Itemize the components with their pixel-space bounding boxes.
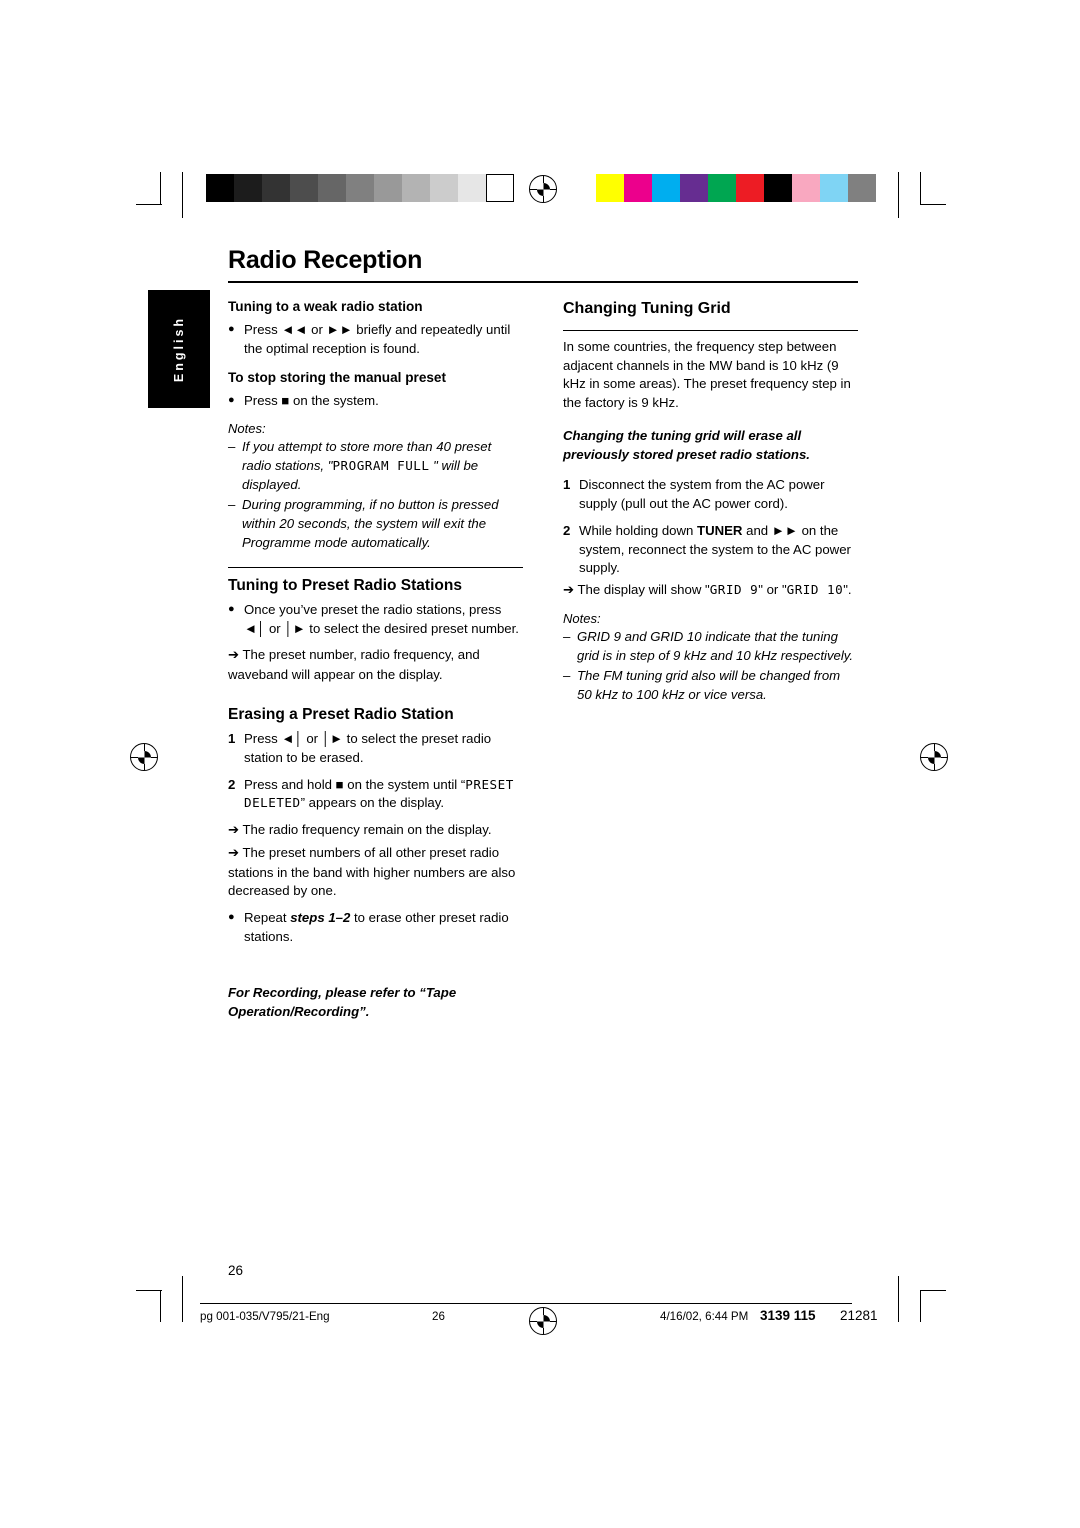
heading-changing-tuning-grid: Changing Tuning Grid <box>563 300 731 317</box>
page-number: 26 <box>228 1263 244 1278</box>
bullet-weak-station: ● Press ◄◄ or ►► briefly and repeatedly … <box>228 321 523 358</box>
footer-filename: pg 001-035/V795/21-Eng <box>200 1310 330 1323</box>
page-title: Radio Reception <box>228 246 423 274</box>
tuner-button-ref: TUNER <box>697 522 743 538</box>
two-column-layout: Tuning to a weak radio station ● Press ◄… <box>228 299 858 1021</box>
step-number: 1 <box>228 731 236 747</box>
arrow-icon: ➔ <box>563 583 575 599</box>
footer-divider <box>200 1303 852 1304</box>
footer-code-bold: 3139 115 <box>760 1308 816 1323</box>
note-grid-2: The FM tuning grid also will be changed … <box>577 668 841 703</box>
bullet-preset-tuning-text: Once you’ve preset the radio stations, p… <box>244 601 519 636</box>
step-grid-2: 2 While holding down TUNER and ►► on the… <box>563 522 858 578</box>
step-erase-2: 2 Press and hold ■ on the system until “… <box>228 776 523 813</box>
section-divider <box>228 566 523 568</box>
lcd-grid-10: GRID 10 <box>786 582 844 598</box>
grayscale-bar <box>206 174 514 202</box>
note-dash-icon: – <box>563 628 571 644</box>
lcd-program-full: PROGRAM FULL <box>332 457 430 473</box>
step-grid-1: 1 Disconnect the system from the AC powe… <box>563 476 858 513</box>
registration-mark-top <box>529 175 557 203</box>
closing-note: For Recording, please refer to “Tape Ope… <box>228 984 457 1019</box>
step-number: 1 <box>563 477 571 493</box>
bullet-dot-icon: ● <box>228 394 235 407</box>
bullet-preset-tuning: ● Once you’ve preset the radio stations,… <box>228 601 523 638</box>
note-dash-icon: – <box>563 668 571 684</box>
bullet-dot-icon: ● <box>228 322 235 335</box>
footer-page: 26 <box>432 1310 445 1323</box>
display-grid-mid: " or " <box>758 582 787 598</box>
step-number: 2 <box>228 776 236 792</box>
document-page: English Radio Reception Tuning to a weak… <box>0 0 1080 1528</box>
heading-preset-tuning: Tuning to Preset Radio Stations <box>228 576 462 594</box>
heading-weak-station: Tuning to a weak radio station <box>228 299 423 314</box>
arrow-erase-1-text: The radio frequency remain on the displa… <box>242 822 492 838</box>
note-item: – If you attempt to store more than 40 p… <box>228 438 523 494</box>
bullet-stop-storing-text: Press ■ on the system. <box>244 393 379 409</box>
note-item: – GRID 9 and GRID 10 indicate that the t… <box>563 628 858 665</box>
heading-stop-storing: To stop storing the manual preset <box>228 370 447 386</box>
note-item: – During programming, if no button is pr… <box>228 496 523 552</box>
footer-timestamp: 4/16/02, 6:44 PM <box>660 1310 749 1323</box>
arrow-icon: ➔ <box>228 845 240 861</box>
language-tab: English <box>148 290 210 408</box>
note-text-2: During programming, if no button is pres… <box>242 497 499 550</box>
repeat-pre: Repeat <box>244 910 291 926</box>
left-column: Tuning to a weak radio station ● Press ◄… <box>228 299 523 1021</box>
arrow-erase-1: ➔ The radio frequency remain on the disp… <box>228 821 523 841</box>
arrow-preset-tuning: ➔ The preset number, radio frequency, an… <box>228 646 523 684</box>
bullet-dot-icon: ● <box>228 602 235 615</box>
registration-mark-left <box>130 743 158 771</box>
note-grid-1: GRID 9 and GRID 10 indicate that the tun… <box>577 628 854 663</box>
arrow-icon: ➔ <box>228 823 240 839</box>
arrow-display-grid: ➔ The display will show "GRID 9" or "GRI… <box>563 581 858 601</box>
step-grid-2-pre: While holding down <box>579 522 698 538</box>
notes-label-left: Notes: <box>228 421 266 437</box>
note-dash-icon: – <box>228 439 236 455</box>
bullet-dot-icon: ● <box>228 911 235 924</box>
arrow-preset-tuning-text: The preset number, radio frequency, and … <box>228 647 480 683</box>
arrow-erase-2-text: The preset numbers of all other preset r… <box>228 844 516 899</box>
page-content: Radio Reception Tuning to a weak radio s… <box>228 246 858 1021</box>
bullet-stop-storing: ● Press ■ on the system. <box>228 392 523 411</box>
note-item: – The FM tuning grid also will be change… <box>563 667 858 704</box>
lcd-deleted: DELETED <box>244 795 301 811</box>
step-erase-1: 1 Press ◄│ or │► to select the preset ra… <box>228 730 523 767</box>
lcd-grid-9: GRID 9 <box>709 582 759 598</box>
arrow-erase-2: ➔ The preset numbers of all other preset… <box>228 844 523 901</box>
arrow-icon: ➔ <box>228 648 240 664</box>
tuning-grid-warning: Changing the tuning grid will erase all … <box>563 427 810 462</box>
registration-mark-right <box>920 743 948 771</box>
title-divider <box>228 281 858 283</box>
color-bar <box>596 174 876 202</box>
notes-label-right: Notes: <box>563 610 601 626</box>
right-column: Changing Tuning Grid In some countries, … <box>563 299 858 1021</box>
footer-code-rest: 21281 <box>840 1308 878 1323</box>
step-grid-1-text: Disconnect the system from the AC power … <box>579 477 825 512</box>
heading-erasing: Erasing a Preset Radio Station <box>228 705 454 723</box>
note-dash-icon: – <box>228 497 236 513</box>
display-grid-pre: The display will show " <box>577 582 710 598</box>
lcd-preset: PRESET <box>465 776 514 792</box>
display-grid-post: ". <box>843 582 852 598</box>
registration-mark-bottom <box>529 1307 557 1335</box>
bullet-weak-station-text: Press ◄◄ or ►► briefly and repeatedly un… <box>244 321 511 356</box>
heading-divider <box>563 330 858 331</box>
repeat-steps-ref: steps 1–2 <box>290 910 351 926</box>
bullet-repeat-steps: ● Repeat steps 1–2 to erase other preset… <box>228 909 523 946</box>
tuning-grid-intro: In some countries, the frequency step be… <box>563 339 851 411</box>
step-erase-1-text: Press ◄│ or │► to select the preset radi… <box>244 731 492 765</box>
language-tab-label: English <box>172 315 186 383</box>
step-number: 2 <box>563 522 571 538</box>
